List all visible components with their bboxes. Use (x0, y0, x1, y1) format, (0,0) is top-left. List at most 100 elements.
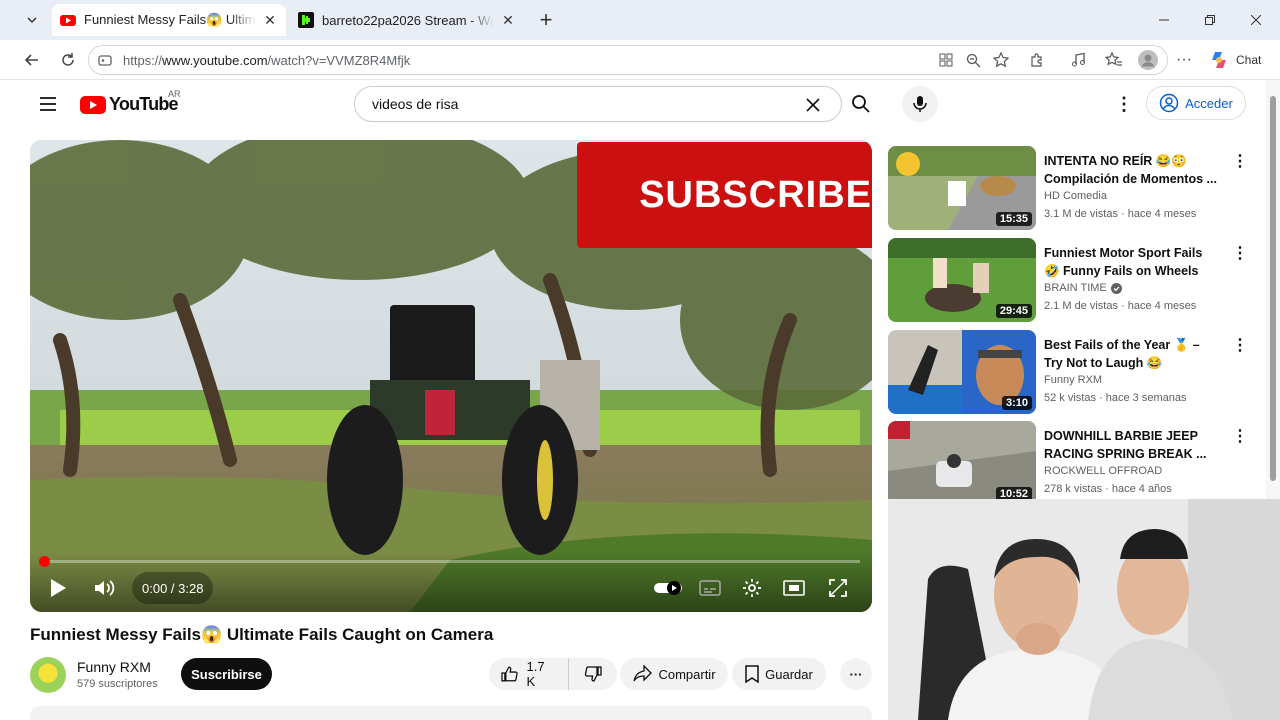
recommendation-title[interactable]: Best Fails of the Year 🥇 – Try Not to La… (1044, 336, 1220, 372)
media-control-button[interactable] (1064, 46, 1092, 74)
search-button[interactable] (842, 86, 880, 122)
volume-icon (95, 580, 115, 596)
copilot-chat-button[interactable]: Chat (1208, 48, 1261, 72)
kick-favicon-icon (298, 12, 314, 28)
guide-menu-button[interactable] (36, 92, 60, 116)
recommendation-channel[interactable]: HD Comedia (1044, 190, 1107, 202)
video-thumbnail[interactable]: 29:45 (888, 238, 1036, 322)
subscribe-button[interactable]: Suscribirse (181, 658, 272, 690)
close-window-button[interactable] (1233, 0, 1279, 40)
favorites-button[interactable] (1099, 46, 1127, 74)
more-actions-button[interactable]: ··· (840, 658, 872, 690)
page-scrollbar[interactable] (1266, 80, 1280, 500)
recommendation-item[interactable]: 15:35 INTENTA NO REÍR 😂😳 Compilación de … (888, 146, 1248, 230)
recommendation-title[interactable]: DOWNHILL BARBIE JEEP RACING SPRING BREAK… (1044, 427, 1220, 463)
site-info-icon[interactable] (97, 53, 113, 67)
account-circle-icon (1159, 93, 1179, 113)
like-button[interactable]: 1.7 K (489, 658, 569, 690)
close-tab-icon[interactable]: ✕ (500, 12, 516, 28)
youtube-logo[interactable]: YouTube AR (80, 89, 181, 115)
like-count: 1.7 K (526, 659, 545, 689)
settings-menu-button[interactable]: ⋮ (1112, 92, 1136, 116)
play-button[interactable] (42, 572, 74, 604)
more-vertical-icon[interactable]: ⋮ (1232, 242, 1248, 264)
voice-search-button[interactable] (902, 86, 938, 122)
favorite-button[interactable] (987, 46, 1015, 74)
mute-button[interactable] (88, 572, 120, 604)
recommendation-item[interactable]: 10:52 DOWNHILL BARBIE JEEP RACING SPRING… (888, 421, 1248, 505)
reload-icon (62, 53, 74, 66)
share-label: Compartir (658, 666, 716, 682)
search-box (354, 86, 842, 122)
save-button[interactable]: Guardar (732, 658, 826, 690)
recommendation-title[interactable]: INTENTA NO REÍR 😂😳 Compilación de Moment… (1044, 152, 1220, 188)
extensions-button[interactable] (1023, 46, 1051, 74)
miniplayer-button[interactable] (778, 572, 810, 604)
recommendation-meta: 278 k vistas · hace 4 años (1044, 483, 1172, 495)
more-vertical-icon[interactable]: ⋮ (1232, 334, 1248, 356)
fullscreen-button[interactable] (822, 572, 854, 604)
recommendation-channel[interactable]: BRAIN TIME (1044, 282, 1122, 294)
chevron-down-icon (27, 17, 37, 24)
recommendation-channel[interactable]: Funny RXM (1044, 374, 1102, 386)
time-display: 0:00 / 3:28 (132, 572, 214, 604)
settings-more-button[interactable]: ··· (1170, 46, 1198, 74)
profile-button[interactable] (1134, 46, 1162, 74)
browser-tab-stream[interactable]: barreto22pa2026 Stream - Watch Live ✕ (290, 4, 524, 36)
recommendation-item[interactable]: 3:10 Best Fails of the Year 🥇 – Try Not … (888, 330, 1248, 414)
country-code: AR (168, 89, 181, 99)
more-vertical-icon[interactable]: ⋮ (1232, 425, 1248, 447)
video-thumbnail[interactable]: 3:10 (888, 330, 1036, 414)
back-button[interactable] (18, 46, 46, 74)
autoplay-toggle[interactable] (648, 572, 688, 604)
scrollbar-thumb[interactable] (1270, 96, 1276, 481)
verified-badge-icon (1110, 282, 1122, 294)
restore-button[interactable] (1187, 0, 1233, 40)
subtitles-button[interactable] (694, 572, 726, 604)
search-input[interactable] (370, 95, 774, 113)
subscribe-overlay-text: SUBSCRIBE (639, 173, 872, 216)
browser-tab-strip: Funniest Messy Fails😱 Ultimate Fails Cau… (0, 0, 1280, 40)
search-icon (852, 95, 870, 113)
clear-search-icon[interactable] (803, 95, 823, 115)
minimize-button[interactable] (1141, 0, 1187, 40)
recommendation-title[interactable]: Funniest Motor Sport Fails 🤣 Funny Fails… (1044, 244, 1220, 280)
progress-scrubber[interactable] (39, 556, 50, 567)
fullscreen-icon (829, 579, 847, 597)
progress-bar[interactable] (39, 556, 860, 567)
video-duration: 3:10 (1001, 396, 1032, 410)
dislike-button[interactable] (569, 658, 617, 690)
tab-title: barreto22pa2026 Stream - Watch Live (322, 12, 494, 28)
description-box[interactable] (30, 706, 872, 720)
recommendation-channel[interactable]: ROCKWELL OFFROAD (1044, 465, 1162, 477)
video-thumbnail[interactable]: 15:35 (888, 146, 1036, 230)
tab-list-button[interactable] (16, 6, 48, 34)
close-tab-icon[interactable]: ✕ (262, 12, 278, 28)
settings-button[interactable] (736, 572, 768, 604)
app-available-button[interactable] (932, 46, 960, 74)
browser-tab-youtube[interactable]: Funniest Messy Fails😱 Ultimate Fails Cau… (52, 4, 286, 36)
video-player[interactable]: SUBSCRIBE 0:00 / 3:28 (30, 140, 872, 612)
thumbs-up-icon (501, 666, 518, 682)
close-icon (1251, 15, 1261, 25)
sign-in-button[interactable]: Acceder (1146, 86, 1246, 120)
more-vertical-icon[interactable]: ⋮ (1232, 150, 1248, 172)
recommendation-meta: 3.1 M de vistas · hace 4 meses (1044, 208, 1197, 220)
reload-button[interactable] (54, 46, 82, 74)
video-duration: 29:45 (995, 304, 1032, 318)
more-horizontal-icon: ··· (849, 666, 863, 682)
more-horizontal-icon: ··· (1176, 51, 1192, 68)
share-button[interactable]: Compartir (620, 658, 728, 690)
thumbs-down-icon (584, 666, 602, 682)
subscribe-overlay-banner: SUBSCRIBE (577, 142, 872, 248)
video-thumbnail[interactable]: 10:52 (888, 421, 1036, 505)
save-label: Guardar (765, 666, 813, 682)
url-text: https://www.youtube.com/watch?v=VVMZ8R4M… (123, 52, 411, 68)
recommendation-item[interactable]: 29:45 Funniest Motor Sport Fails 🤣 Funny… (888, 238, 1248, 322)
hamburger-menu-icon (40, 97, 56, 111)
channel-avatar[interactable] (30, 657, 66, 693)
zoom-icon (966, 53, 980, 67)
new-tab-button[interactable]: + (532, 6, 560, 34)
zoom-button[interactable] (959, 46, 987, 74)
channel-name[interactable]: Funny RXM (77, 659, 151, 675)
